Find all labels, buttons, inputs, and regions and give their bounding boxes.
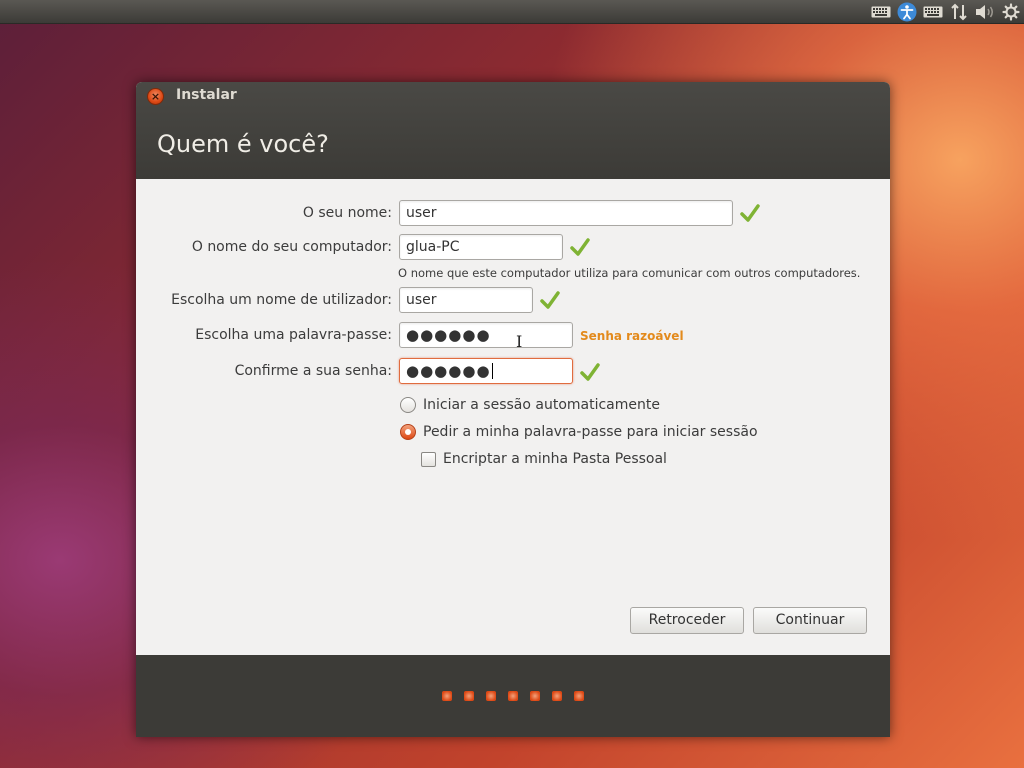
confirm-password-valid-check-icon (580, 363, 600, 381)
auto-login-label: Iniciar a sessão automaticamente (423, 397, 660, 413)
progress-step-dot (486, 691, 496, 701)
top-panel (0, 0, 1024, 24)
page-title: Quem é você? (157, 130, 329, 158)
accessibility-icon[interactable] (896, 1, 918, 23)
volume-icon[interactable] (974, 1, 996, 23)
continue-button[interactable]: Continuar (753, 607, 867, 634)
progress-step-dot (508, 691, 518, 701)
network-icon[interactable] (948, 1, 970, 23)
confirm-password-label: Confirme a sua senha: (234, 363, 392, 379)
username-label: Escolha um nome de utilizador: (171, 292, 392, 308)
auto-login-option[interactable]: Iniciar a sessão automaticamente (400, 397, 660, 413)
computer-name-label: O nome do seu computador: (191, 239, 392, 255)
installer-window: × Instalar Quem é você? O seu nome: user… (136, 82, 890, 737)
username-field[interactable]: user (399, 287, 533, 313)
encrypt-home-option[interactable]: Encriptar a minha Pasta Pessoal (421, 451, 667, 467)
computer-name-field[interactable]: glua-PC (399, 234, 563, 260)
system-tray (870, 0, 1022, 24)
window-footer (136, 655, 890, 737)
require-password-radio[interactable] (400, 424, 416, 440)
back-button[interactable]: Retroceder (630, 607, 744, 634)
progress-step-dot (442, 691, 452, 701)
text-cursor-icon: I (516, 332, 523, 351)
require-password-option[interactable]: Pedir a minha palavra-passe para iniciar… (400, 424, 758, 440)
name-label: O seu nome: (302, 205, 392, 221)
encrypt-home-label: Encriptar a minha Pasta Pessoal (443, 451, 667, 467)
text-caret (491, 363, 493, 379)
close-icon[interactable]: × (147, 88, 164, 105)
computer-name-hint: O nome que este computador utiliza para … (398, 266, 861, 280)
keyboard-layout-icon[interactable] (922, 1, 944, 23)
progress-step-dot (574, 691, 584, 701)
encrypt-home-checkbox[interactable] (421, 451, 436, 467)
auto-login-radio[interactable] (400, 397, 416, 413)
confirm-password-value: ●●●●●● (406, 362, 491, 380)
window-header: × Instalar Quem é você? (136, 82, 890, 179)
window-title: Instalar (176, 87, 237, 103)
require-password-label: Pedir a minha palavra-passe para iniciar… (423, 424, 758, 440)
computer-name-valid-check-icon (570, 238, 590, 256)
progress-step-dot (464, 691, 474, 701)
name-valid-check-icon (740, 204, 760, 222)
form-area: O seu nome: user O nome do seu computado… (136, 179, 890, 655)
username-valid-check-icon (540, 291, 560, 309)
password-label: Escolha uma palavra-passe: (195, 327, 392, 343)
settings-gear-icon[interactable] (1000, 1, 1022, 23)
name-field[interactable]: user (399, 200, 733, 226)
password-strength-label: Senha razoável (580, 329, 684, 343)
progress-step-dot (530, 691, 540, 701)
confirm-password-field[interactable]: ●●●●●● (399, 358, 573, 384)
progress-step-dot (552, 691, 562, 701)
keyboard-icon[interactable] (870, 1, 892, 23)
password-field[interactable]: ●●●●●● (399, 322, 573, 348)
progress-indicator (442, 691, 584, 701)
